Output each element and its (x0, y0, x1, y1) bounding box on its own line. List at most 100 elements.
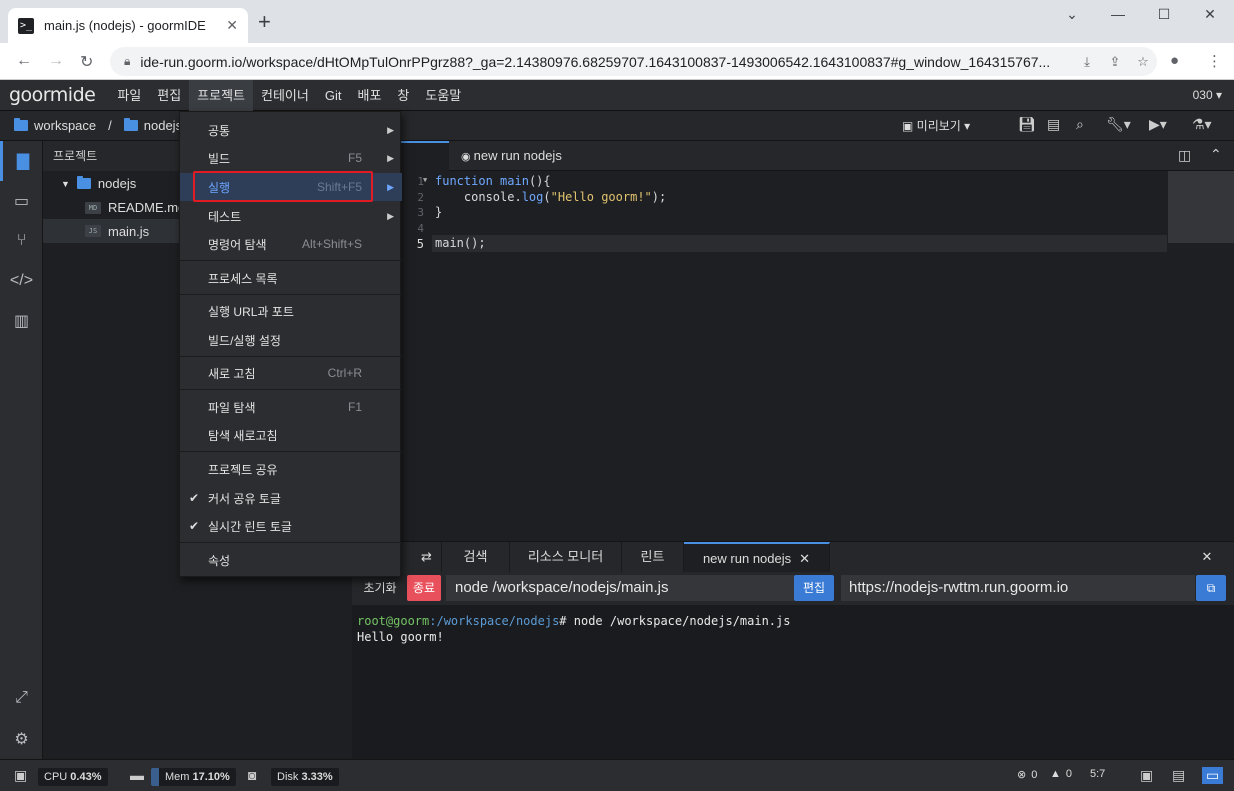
user-menu[interactable]: 030 ▾ (1193, 80, 1222, 111)
tree-file-readme[interactable]: MD README.md (85, 200, 185, 215)
warning-count[interactable]: ▲ 0 (1050, 768, 1072, 780)
close-panel-icon[interactable]: ✕ (1192, 542, 1222, 572)
wrench-icon[interactable]: 🔧︎▾ (1106, 116, 1131, 133)
close-window-button[interactable]: ✕ (1188, 6, 1232, 26)
panel-tabbar: ⇄ 검색 리소스 모니터 린트 new run nodejs ✕ ✕ (352, 542, 1234, 572)
layout-icon[interactable]: ▣ (1140, 767, 1153, 784)
forward-icon[interactable]: → (48, 52, 64, 70)
code-editor[interactable]: 1 2 3 4 5 ▼ function main(){ console.log… (352, 171, 1234, 541)
terminal-output-line: Hello goorm! (357, 630, 444, 644)
panel-tab-lint[interactable]: 린트 (622, 542, 684, 572)
minimap[interactable] (1168, 171, 1234, 243)
panel-tab-resource-monitor[interactable]: 리소스 모니터 (510, 542, 622, 572)
chevron-up-icon[interactable]: ⌃ (1210, 146, 1222, 163)
outline-icon[interactable]: ▭ (0, 181, 43, 221)
editor-tabbar: n.js * ◉ new run nodejs ◫ ⌃ (352, 141, 1234, 171)
share-icon[interactable]: ⇪ (1101, 54, 1129, 70)
save-all-icon[interactable]: ▤ (1047, 116, 1060, 133)
menu-item-label: 속성 (208, 553, 231, 568)
menu-git[interactable]: Git (317, 80, 350, 111)
error-count[interactable]: ⊗ 0 (1017, 768, 1038, 782)
menu-item-process-list[interactable]: 프로세스 목록 (180, 264, 402, 292)
menu-item-run-url-port[interactable]: 실행 URL과 포트 (180, 297, 402, 325)
menu-item-command-search[interactable]: 명령어 탐색 Alt+Shift+S (180, 230, 402, 258)
flask-icon[interactable]: ⚗▾ (1192, 116, 1212, 133)
reset-button[interactable]: 초기화 (356, 575, 404, 601)
menu-item-properties[interactable]: 속성 (180, 546, 402, 574)
menu-item-file-explore[interactable]: 파일 탐색 F1 (180, 393, 402, 421)
settings-gear-icon[interactable]: ⚙ (0, 719, 43, 759)
install-icon[interactable]: ⤓ (1073, 54, 1101, 70)
close-tab-icon[interactable]: ✕ (226, 17, 238, 34)
menu-container[interactable]: 컨테이너 (253, 80, 317, 111)
panel-tab-search[interactable]: 검색 (442, 542, 510, 572)
menu-item-cursor-share-toggle[interactable]: ✔ 커서 공유 토글 (180, 484, 402, 512)
disk-metric[interactable]: Disk 3.33% (271, 768, 339, 786)
menu-window[interactable]: 창 (389, 80, 417, 111)
warning-icon: ▲ (1050, 768, 1061, 780)
copy-url-icon[interactable]: ⧉ (1196, 575, 1226, 601)
line-number: 5 (416, 237, 424, 251)
tree-folder-nodejs[interactable]: ▼ nodejs (61, 176, 136, 191)
extensions-icon[interactable]: ▥ (0, 301, 43, 341)
folder-icon (14, 118, 28, 131)
browser-menu-icon[interactable]: ⋮ (1207, 52, 1222, 70)
memory-metric[interactable]: Mem 17.10% (151, 768, 236, 786)
new-tab-button[interactable]: + (258, 10, 271, 34)
menu-item-build-run-settings[interactable]: 빌드/실행 설정 (180, 326, 402, 354)
git-branch-icon[interactable]: ⑂ (0, 221, 43, 261)
terminal-output[interactable]: root@goorm:/workspace/nodejs# node /work… (352, 605, 1234, 760)
terminal-toggle-icon[interactable]: ▭ (1202, 767, 1224, 784)
prompt-command: # node /workspace/nodejs/main.js (559, 614, 791, 628)
fold-arrow-icon[interactable]: ▼ (423, 176, 427, 184)
menu-project[interactable]: 프로젝트 (189, 79, 254, 111)
code-icon[interactable]: </> (0, 261, 43, 301)
menu-edit[interactable]: 편집 (149, 80, 189, 111)
preview-dropdown[interactable]: ▣ 미리보기 ▾ (902, 117, 970, 134)
maximize-button[interactable]: ☐ (1142, 6, 1186, 26)
cpu-label: CPU (44, 771, 68, 783)
run-command-field[interactable]: node /workspace/nodejs/main.js (446, 575, 794, 601)
menu-divider (180, 451, 402, 452)
bookmark-star-icon[interactable]: ☆ (1129, 54, 1157, 70)
menu-item-live-lint-toggle[interactable]: ✔ 실시간 린트 토글 (180, 512, 402, 540)
menu-item-refresh[interactable]: 새로 고침 Ctrl+R (180, 359, 402, 387)
save-icon[interactable]: 💾︎ (1018, 116, 1036, 133)
tab-search-icon[interactable]: ⌄ (1050, 6, 1094, 26)
profile-avatar-icon[interactable]: ● (1170, 52, 1179, 69)
browser-tab[interactable]: >_ main.js (nodejs) - goormIDE ✕ (8, 8, 248, 43)
back-icon[interactable]: ← (16, 52, 32, 70)
address-bar[interactable]: 🔒︎ ide-run.goorm.io/workspace/dHtOMpTulO… (110, 47, 1157, 76)
edit-command-button[interactable]: 편집 (794, 575, 834, 601)
run-icon[interactable]: ▶▾ (1149, 116, 1167, 133)
chat-icon[interactable]: ▤ (1172, 767, 1185, 784)
split-view-icon[interactable]: ◫ (1178, 147, 1191, 164)
project-explorer-icon[interactable]: ▇ (0, 141, 43, 181)
cpu-metric[interactable]: CPU 0.43% (38, 768, 108, 786)
editor-tab-new-run-nodejs[interactable]: ◉ new run nodejs (449, 141, 593, 171)
menu-item-test[interactable]: 테스트 ▶ (180, 202, 402, 230)
menu-item-project-share[interactable]: 프로젝트 공유 (180, 455, 402, 483)
close-icon[interactable]: ✕ (799, 551, 810, 566)
menu-item-explore-refresh[interactable]: 탐색 새로고침 (180, 421, 402, 449)
find-icon[interactable]: ⌕ (1076, 116, 1084, 133)
menu-deploy[interactable]: 배포 (349, 80, 389, 111)
menu-file[interactable]: 파일 (109, 80, 149, 111)
panel-tab-new-run-nodejs[interactable]: new run nodejs ✕ (684, 542, 830, 572)
fullscreen-icon[interactable]: ⤢ (0, 678, 43, 718)
breadcrumb-project[interactable]: nodejs (144, 118, 182, 133)
run-url-field[interactable]: https://nodejs-rwttm.run.goorm.io (841, 575, 1195, 601)
menu-item-build[interactable]: 빌드 F5 ▶ (180, 144, 402, 172)
reload-icon[interactable]: ↻ (80, 52, 93, 72)
breadcrumb-workspace[interactable]: workspace (34, 118, 96, 133)
stop-button[interactable]: 종료 (407, 575, 441, 601)
menu-item-label: 새로 고침 (208, 366, 256, 381)
refresh-icon[interactable]: ⇄ (412, 542, 442, 572)
menu-item-common[interactable]: 공통 ▶ (180, 116, 402, 144)
menu-item-shortcut: Ctrl+R (327, 366, 362, 380)
minimize-button[interactable]: — (1096, 6, 1140, 26)
line-number: 1 (417, 175, 424, 188)
error-count-value: 0 (1031, 768, 1038, 781)
menu-help[interactable]: 도움말 (417, 80, 469, 111)
tree-folder-label: nodejs (97, 176, 137, 191)
